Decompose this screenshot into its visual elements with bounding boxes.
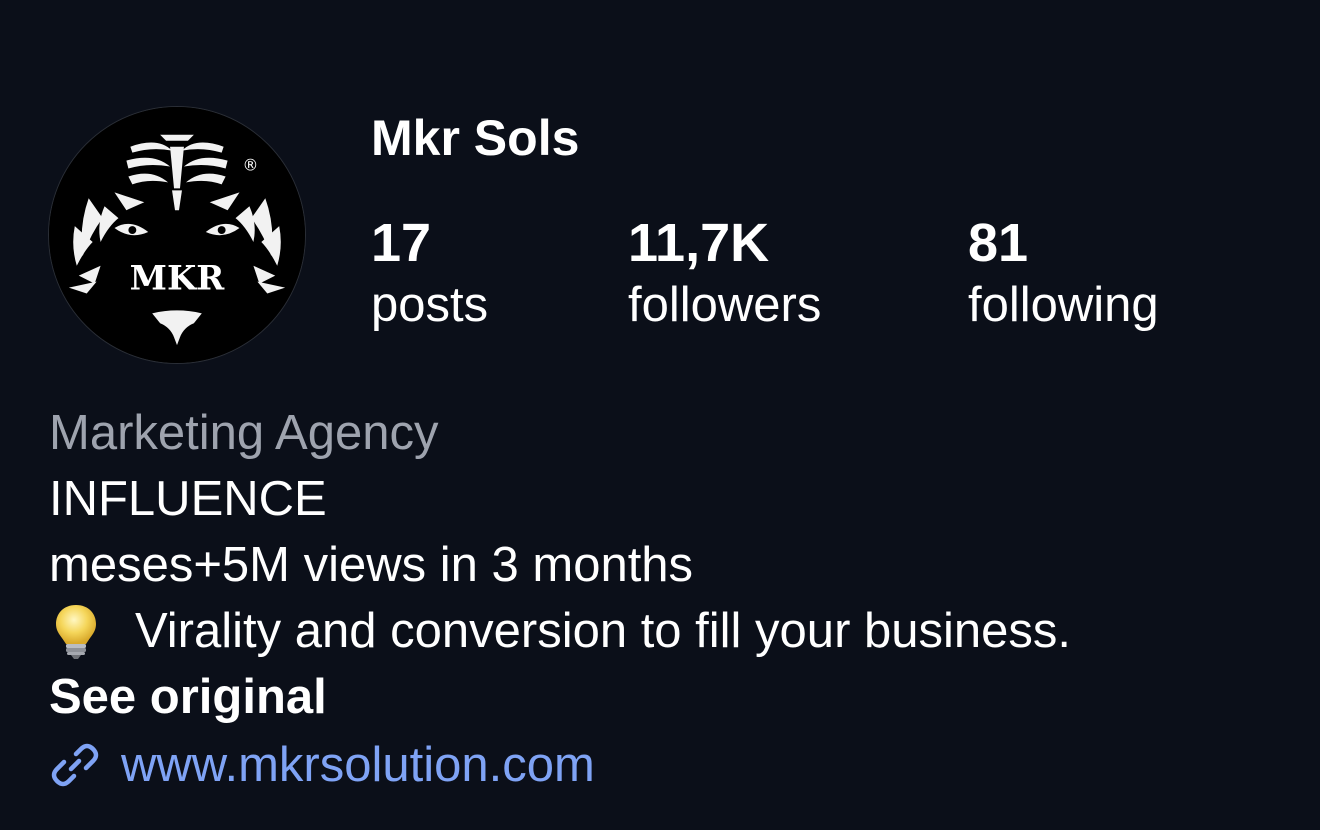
bio-line: meses+5M views in 3 months — [49, 538, 694, 592]
see-original-button[interactable]: See original — [49, 664, 1299, 730]
followers-stat[interactable]: 11,7K followers — [628, 212, 821, 336]
following-count: 81 — [968, 213, 1029, 273]
light-bulb-icon — [51, 602, 101, 660]
followers-count: 11,7K — [628, 213, 770, 273]
bio-line-text: Virality and conversion to fill your bus… — [135, 604, 1072, 658]
profile-category: Marketing Agency — [49, 406, 439, 460]
tiger-logo-icon: MKR ® — [49, 107, 305, 363]
bio-line: INFLUENCE — [49, 472, 327, 526]
followers-label: followers — [628, 278, 822, 332]
following-stat[interactable]: 81 following — [968, 212, 1159, 336]
profile-avatar[interactable]: MKR ® — [48, 106, 306, 364]
link-icon — [49, 739, 101, 791]
posts-label: posts — [371, 278, 489, 332]
profile-username: Mkr Sols — [371, 110, 580, 166]
posts-stat[interactable]: 17 posts — [371, 212, 488, 336]
profile-bio: Marketing Agency INFLUENCE meses+5M view… — [49, 400, 1299, 798]
bio-line: Virality and conversion to fill your bus… — [49, 598, 1299, 664]
avatar-logo-text: MKR — [130, 258, 226, 298]
registered-mark: ® — [242, 156, 258, 175]
website-link[interactable]: www.mkrsolution.com — [49, 732, 1299, 798]
website-url: www.mkrsolution.com — [121, 738, 595, 792]
following-label: following — [968, 278, 1159, 332]
posts-count: 17 — [371, 213, 432, 273]
profile-header: MKR ® Mkr Sols 17 posts 11,7K followers … — [0, 0, 1320, 830]
